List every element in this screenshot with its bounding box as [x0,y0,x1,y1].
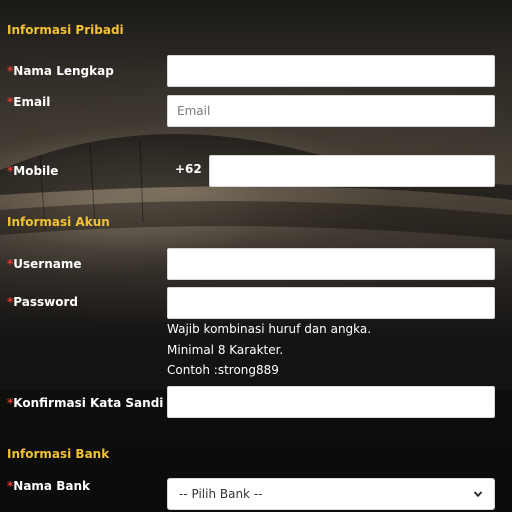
section-title-personal: Informasi Pribadi [7,23,124,37]
username-input[interactable] [167,248,495,280]
confirm-password-input[interactable] [167,386,495,418]
bank-select-value: -- Pilih Bank -- [179,487,263,501]
password-hint-min-length: Minimal 8 Karakter. [167,343,284,357]
label-email: *Email [7,95,50,109]
label-username-text: Username [13,257,82,271]
password-input[interactable] [167,287,495,319]
label-email-text: Email [13,95,51,109]
password-hint-combination: Wajib kombinasi huruf dan angka. [167,322,372,336]
label-username: *Username [7,257,82,271]
label-password: *Password [7,295,78,309]
label-bank-name: *Nama Bank [7,479,90,493]
label-bank-name-text: Nama Bank [13,479,90,493]
chevron-down-icon [473,491,483,498]
email-input[interactable] [167,95,495,127]
label-confirm-password: *Konfirmasi Kata Sandi [7,396,163,410]
label-full-name-text: Nama Lengkap [13,64,114,78]
section-title-bank: Informasi Bank [7,447,110,461]
label-full-name: *Nama Lengkap [7,64,114,78]
password-hint-example: Contoh :strong889 [167,363,279,377]
label-password-text: Password [13,295,78,309]
mobile-input[interactable] [209,155,495,187]
mobile-country-prefix: +62 [175,162,202,176]
label-confirm-password-text: Konfirmasi Kata Sandi [13,396,164,410]
bank-select[interactable]: -- Pilih Bank -- [167,478,495,510]
full-name-input[interactable] [167,55,495,87]
section-title-account: Informasi Akun [7,215,110,229]
label-mobile-text: Mobile [13,164,59,178]
label-mobile: *Mobile [7,164,58,178]
